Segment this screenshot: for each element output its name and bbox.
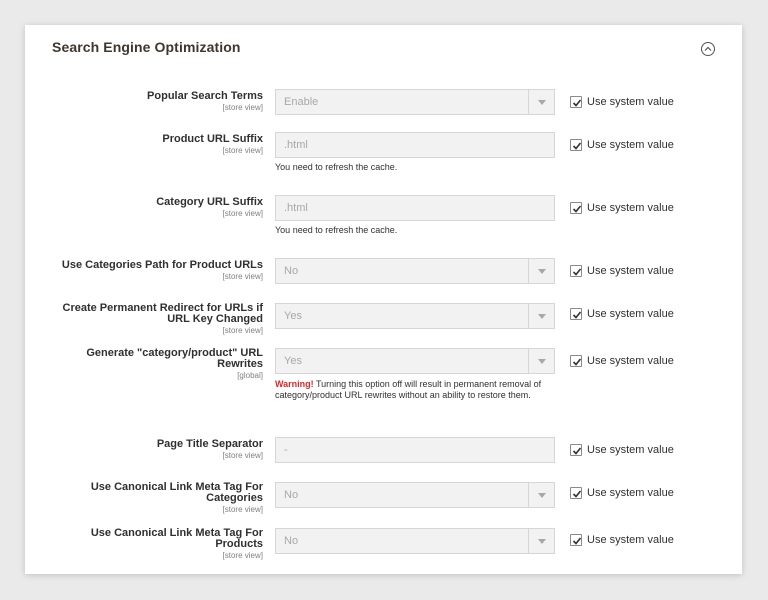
chevron-down-icon [538,493,546,498]
popular-search-terms-select[interactable]: Enable [275,89,555,115]
field-label: Generate "category/product" URL Rewrites… [43,348,263,381]
field-label: Use Canonical Link Meta Tag For Categori… [43,482,263,515]
scope-label: [store view] [222,146,263,155]
collapse-section-button[interactable] [701,42,715,56]
checkmark-icon [572,358,582,366]
checkmark-icon [572,311,582,319]
chevron-down-icon [538,539,546,544]
page-title-separator-input[interactable]: - [275,437,555,463]
scope-label: [global] [237,371,263,380]
field-label: Use Categories Path for Product URLs [st… [43,260,263,282]
checkmark-icon [572,447,582,455]
field-label: Create Permanent Redirect for URLs if UR… [43,303,264,336]
warning-note: Warning! Turning this option off will re… [275,379,542,400]
scope-label: [store view] [222,209,263,218]
field-note: You need to refresh the cache. [275,225,398,235]
scope-label: [store view] [222,272,263,281]
scope-label: [store view] [222,326,263,335]
checkmark-icon [572,99,582,107]
field-label: Use Canonical Link Meta Tag For Products… [43,528,263,561]
canonical-products-select[interactable]: No [275,528,555,554]
chevron-up-icon [704,46,712,51]
chevron-down-icon [538,359,546,364]
permanent-redirect-select[interactable]: Yes [275,303,555,329]
field-note: You need to refresh the cache. [275,162,398,172]
warning-prefix: Warning! [275,379,314,389]
scope-label: [store view] [222,551,263,560]
section-title: Search Engine Optimization [52,39,241,55]
generate-url-rewrites-select[interactable]: Yes [275,348,555,374]
checkmark-icon [572,268,582,276]
field-label: Category URL Suffix [store view] [43,197,263,219]
checkmark-icon [572,490,582,498]
checkmark-icon [572,205,582,213]
chevron-down-icon [538,100,546,105]
product-url-suffix-input[interactable]: .html [275,132,555,158]
use-categories-path-select[interactable]: No [275,258,555,284]
category-url-suffix-input[interactable]: .html [275,195,555,221]
field-label: Page Title Separator [store view] [43,439,263,461]
seo-config-panel: Search Engine Optimization Popular Searc… [25,25,742,574]
field-label: Product URL Suffix [store view] [43,134,263,156]
checkmark-icon [572,142,582,150]
field-label: Popular Search Terms [store view] [43,91,263,113]
chevron-down-icon [538,314,546,319]
chevron-down-icon [538,269,546,274]
canonical-categories-select[interactable]: No [275,482,555,508]
checkmark-icon [572,537,582,545]
scope-label: [store view] [222,451,263,460]
scope-label: [store view] [222,505,263,514]
scope-label: [store view] [222,103,263,112]
